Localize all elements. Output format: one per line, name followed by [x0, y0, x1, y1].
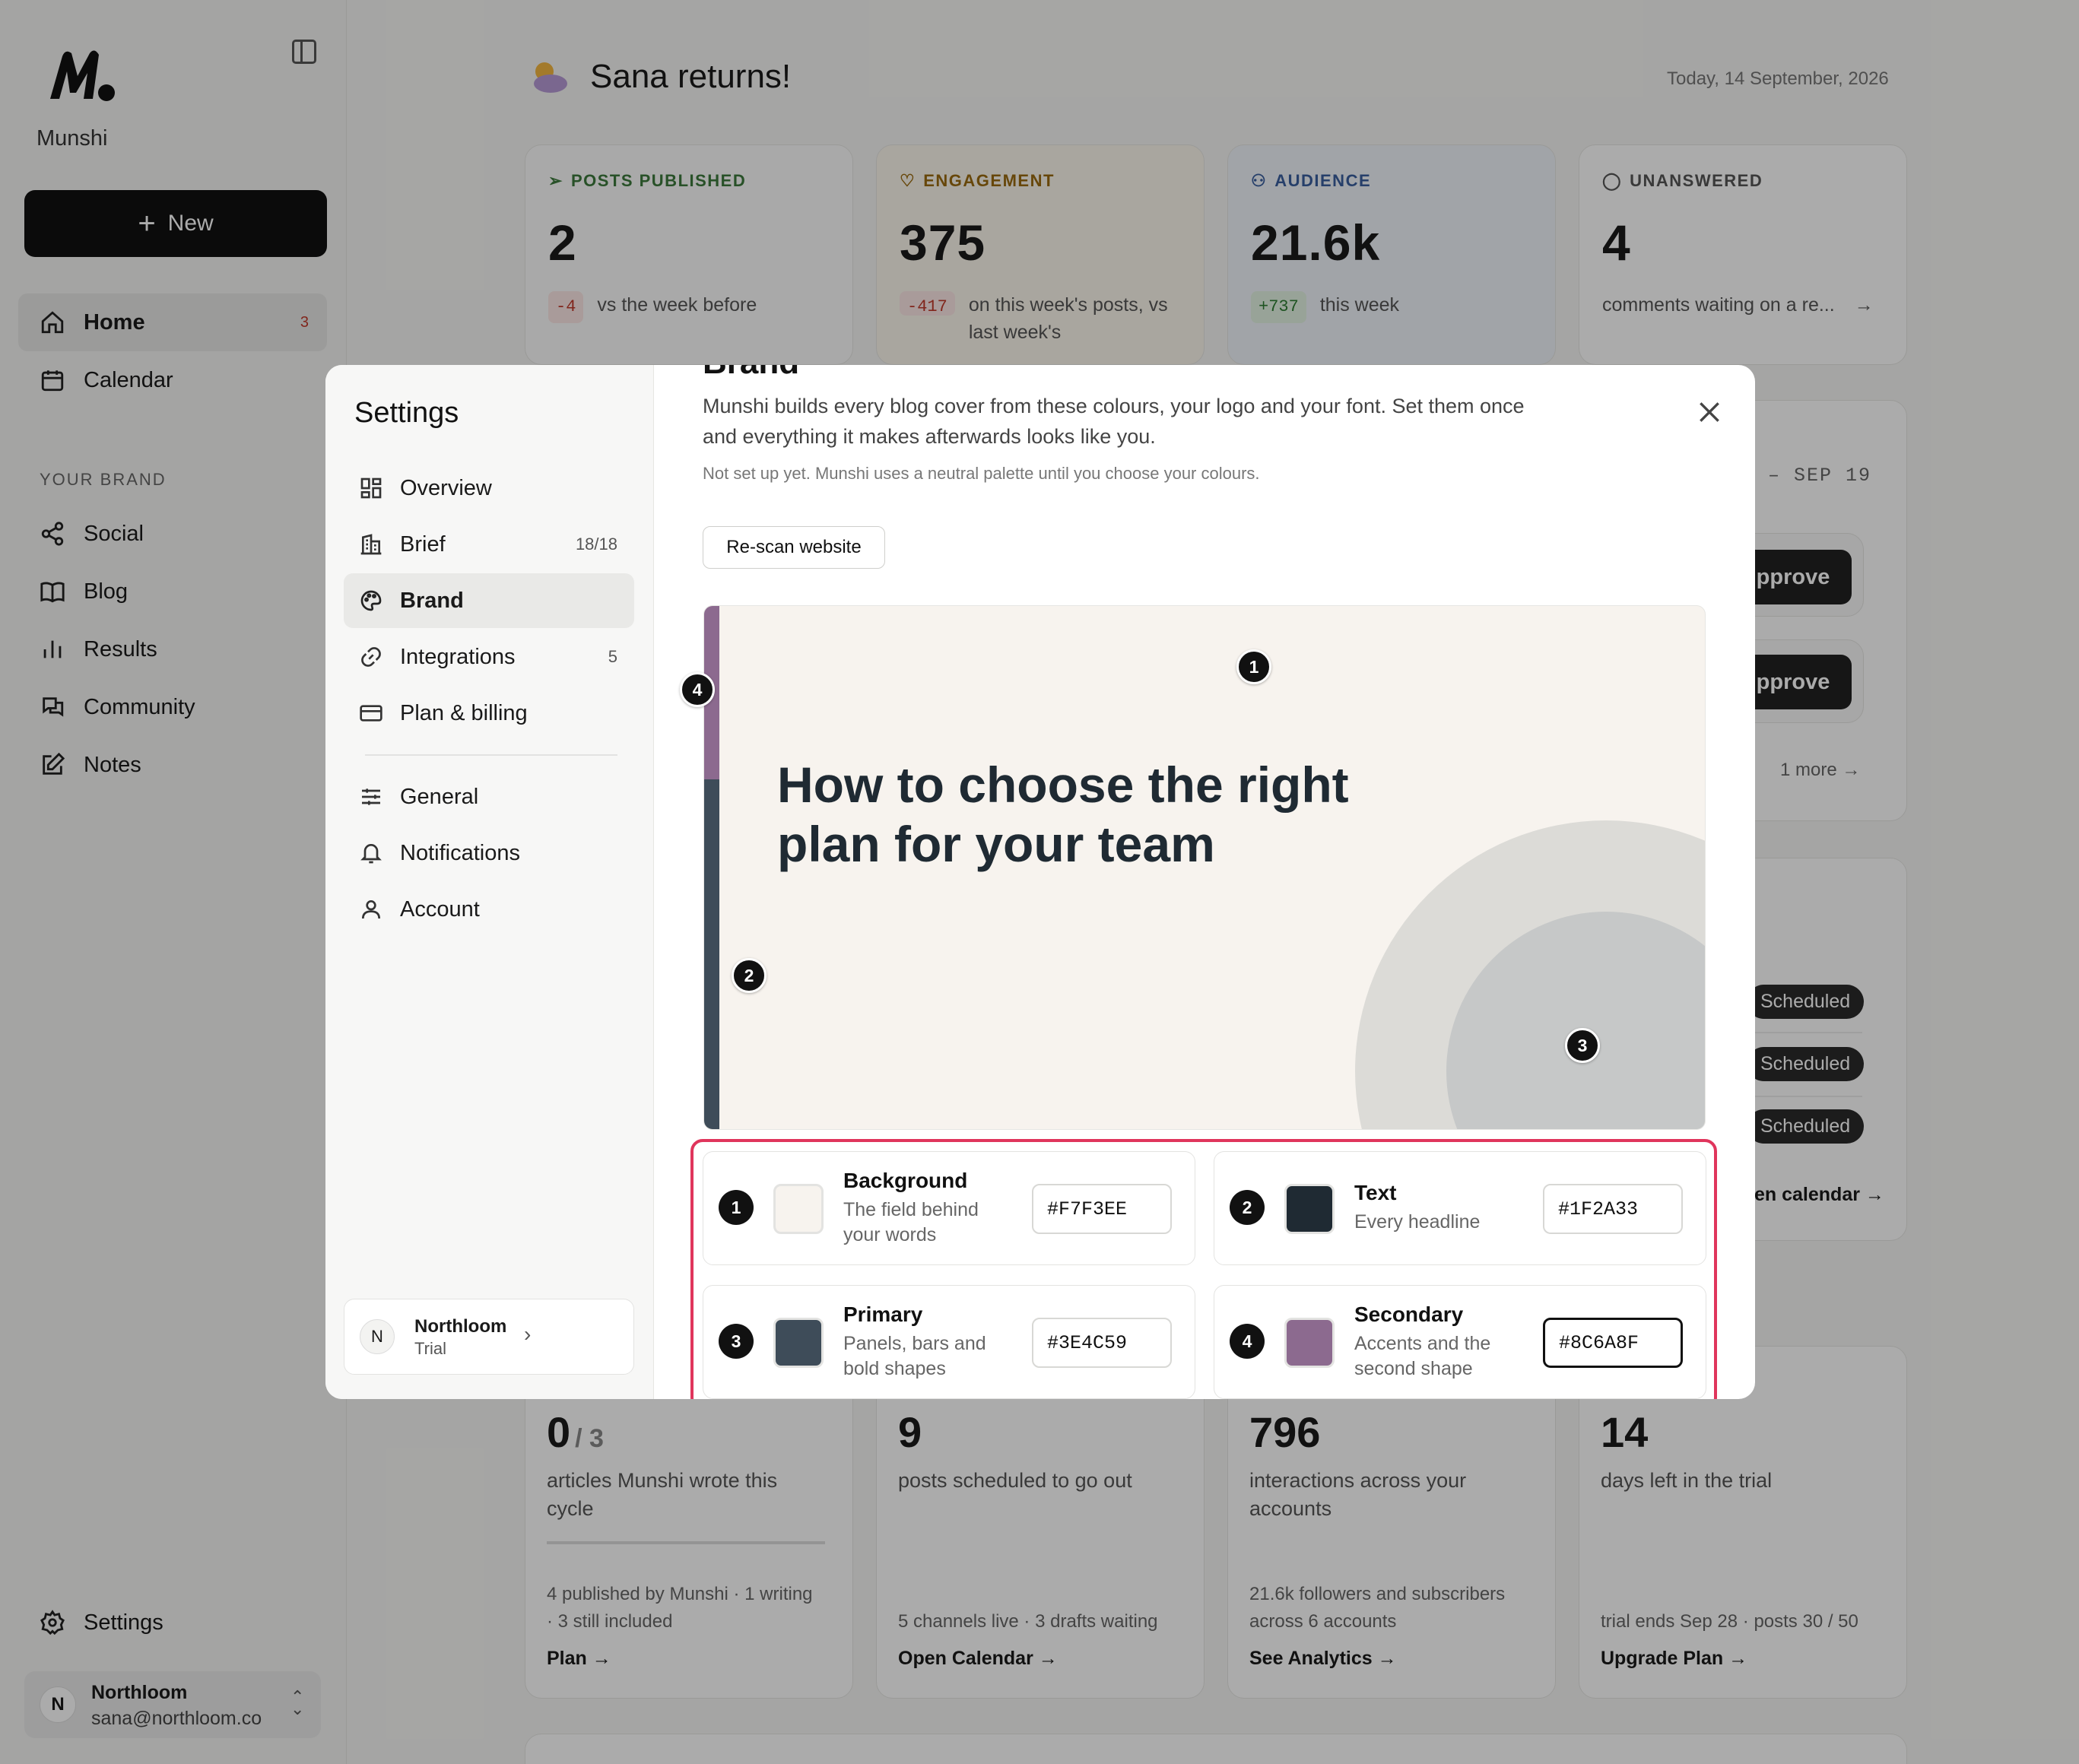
sliders-icon — [362, 788, 380, 805]
settings-nav-label: Brand — [400, 588, 464, 613]
credit-card-icon — [360, 705, 382, 722]
settings-nav-plan-billing[interactable]: Plan & billing — [344, 686, 634, 741]
workspace-switcher[interactable]: N Northloom Trial › — [344, 1299, 634, 1375]
workspace-plan: Trial — [414, 1339, 446, 1358]
preview-title: How to choose the right plan for your te… — [777, 757, 1349, 872]
settings-nav-brief[interactable]: Brief 18/18 — [344, 517, 634, 572]
settings-nav-integrations[interactable]: Integrations 5 — [344, 630, 634, 684]
marker-badge: 2 — [732, 958, 767, 993]
brand-description: Munshi builds every blog cover from thes… — [703, 395, 1525, 448]
divider — [365, 754, 617, 756]
grid-icon — [360, 477, 382, 499]
settings-nav-label: Account — [400, 896, 480, 922]
marker-badge: 4 — [680, 672, 715, 707]
chevron-right-icon: › — [524, 1322, 532, 1346]
color-fields-highlight — [690, 1139, 1717, 1399]
settings-nav-notifications[interactable]: Notifications — [344, 826, 634, 880]
settings-nav-label: Brief — [400, 531, 446, 557]
brand-note: Not set up yet. Munshi uses a neutral pa… — [703, 464, 1260, 483]
primary-bar — [704, 779, 719, 1129]
settings-nav: Settings Overview Brief 18/18 Brand Inte… — [325, 365, 654, 1399]
cover-preview: How to choose the right plan for your te… — [703, 605, 1706, 1130]
rescan-website-button[interactable]: Re-scan website — [703, 526, 885, 569]
settings-nav-general[interactable]: General — [344, 769, 634, 824]
building-icon — [360, 534, 382, 555]
settings-nav-label: General — [400, 784, 479, 809]
settings-nav-brand[interactable]: Brand — [344, 573, 634, 628]
brief-count: 18/18 — [575, 535, 617, 554]
close-icon[interactable] — [1694, 397, 1725, 427]
palette-icon — [360, 590, 382, 611]
marker-badge: 3 — [1565, 1028, 1600, 1063]
settings-nav-label: Notifications — [400, 840, 520, 865]
link-icon — [361, 647, 381, 667]
avatar: N — [360, 1319, 395, 1354]
settings-nav-label: Integrations — [400, 644, 516, 669]
settings-nav-label: Overview — [400, 475, 492, 500]
bell-icon — [360, 844, 382, 864]
settings-modal: Settings Overview Brief 18/18 Brand Inte… — [325, 365, 1755, 1399]
section-heading: Brand — [703, 365, 799, 382]
settings-nav-overview[interactable]: Overview — [344, 461, 634, 516]
settings-title: Settings — [354, 397, 459, 429]
marker-badge: 1 — [1236, 649, 1271, 684]
settings-nav-label: Plan & billing — [400, 700, 528, 725]
workspace-name: Northloom — [414, 1316, 507, 1337]
user-icon — [362, 900, 380, 919]
integrations-count: 5 — [608, 647, 617, 666]
settings-nav-account[interactable]: Account — [344, 882, 634, 937]
